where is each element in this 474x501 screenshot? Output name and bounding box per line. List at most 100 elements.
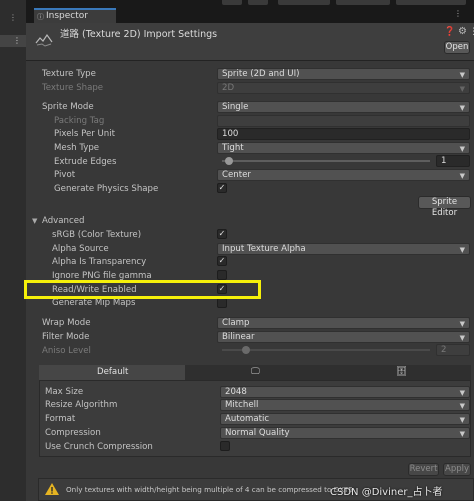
texture-shape-value: 2D (222, 83, 235, 93)
tab-default-label: Default (97, 367, 129, 377)
resize-algorithm-dropdown[interactable]: Mitchell ▼ (220, 399, 470, 411)
alpha-source-dropdown[interactable]: Input Texture Alpha ▼ (217, 243, 470, 255)
max-size-dropdown[interactable]: 2048 ▼ (220, 386, 470, 398)
mipmaps-checkbox[interactable] (217, 298, 227, 308)
account-dropdown[interactable] (278, 0, 330, 5)
warning-text: Only textures with width/height being mu… (66, 485, 353, 494)
packing-tag-label: Packing Tag (54, 116, 105, 126)
help-icon[interactable]: ❓ (444, 27, 455, 37)
watermark: CSDN @Diviner_占卜者 (330, 487, 443, 498)
apply-button[interactable]: Apply (443, 463, 471, 476)
format-value: Automatic (225, 414, 270, 424)
open-button[interactable]: Open (444, 41, 470, 54)
slider-handle[interactable] (225, 157, 233, 165)
srgb-label: sRGB (Color Texture) (52, 230, 142, 240)
srgb-checkbox[interactable]: ✓ (217, 229, 227, 239)
layout-dropdown[interactable] (396, 0, 466, 5)
format-dropdown[interactable]: Automatic ▼ (220, 413, 470, 425)
pixels-per-unit-input[interactable]: 100 (217, 128, 470, 140)
pivot-label: Pivot (54, 170, 76, 180)
left-panel: ⋮ ⋮ (0, 0, 27, 501)
texture-type-dropdown[interactable]: Sprite (2D and UI) ▼ (217, 68, 470, 80)
compression-dropdown[interactable]: Normal Quality ▼ (220, 427, 470, 439)
aniso-level-slider (222, 349, 430, 351)
extrude-edges-input[interactable]: 1 (436, 155, 470, 167)
physics-shape-label: Generate Physics Shape (54, 184, 159, 194)
dropdown-arrow-icon: ▼ (459, 334, 465, 342)
tab-inspector-label: Inspector (46, 11, 88, 21)
kebab-menu-icon[interactable]: ⋮ (9, 13, 17, 22)
kebab-menu-icon[interactable]: ⋮ (469, 27, 474, 37)
dropdown-arrow-icon: ▼ (459, 145, 465, 153)
max-size-value: 2048 (225, 387, 247, 397)
dropdown-arrow-icon: ▼ (459, 246, 465, 254)
dropdown-arrow-icon: ▼ (459, 172, 465, 180)
toolbar-button[interactable] (222, 0, 242, 5)
server-icon[interactable]: 🗄 (396, 367, 407, 377)
sprite-mode-dropdown[interactable]: Single ▼ (217, 101, 470, 113)
compression-value: Normal Quality (225, 428, 290, 438)
slider-handle (242, 346, 250, 354)
tab-default[interactable]: Default (39, 365, 185, 380)
advanced-foldout-label[interactable]: Advanced (42, 216, 84, 226)
info-icon: ⓘ (37, 13, 44, 21)
filter-mode-dropdown[interactable]: Bilinear ▼ (217, 331, 470, 343)
mesh-type-value: Tight (222, 143, 244, 153)
pivot-dropdown[interactable]: Center ▼ (217, 169, 470, 181)
extrude-edges-label: Extrude Edges (54, 157, 117, 167)
revert-button[interactable]: Revert (408, 463, 439, 476)
pixels-per-unit-label: Pixels Per Unit (54, 129, 116, 139)
texture-thumbnail-icon (34, 28, 54, 48)
dropdown-arrow-icon: ▼ (459, 104, 465, 112)
texture-type-label: Texture Type (42, 69, 96, 79)
kebab-menu-icon[interactable]: ⋮ (13, 36, 21, 45)
crunch-compression-checkbox[interactable] (220, 441, 230, 451)
physics-shape-checkbox[interactable]: ✓ (217, 183, 227, 193)
alpha-transparency-checkbox[interactable]: ✓ (217, 256, 227, 266)
max-size-label: Max Size (45, 387, 84, 397)
layers-dropdown[interactable] (336, 0, 390, 5)
dropdown-arrow-icon: ▼ (459, 402, 465, 410)
dropdown-arrow-icon: ▼ (459, 71, 465, 79)
texture-type-value: Sprite (2D and UI) (222, 69, 300, 79)
inspector-header: 道路 (Texture 2D) Import Settings ❓ ⚙ ⋮ Op… (26, 23, 474, 61)
filter-mode-value: Bilinear (222, 332, 255, 342)
wrap-mode-label: Wrap Mode (42, 318, 91, 328)
settings-icon[interactable]: ⚙ (458, 26, 467, 37)
alpha-source-value: Input Texture Alpha (222, 244, 306, 254)
sprite-editor-button[interactable]: Sprite Editor (418, 196, 471, 218)
mesh-type-label: Mesh Type (54, 143, 100, 153)
monitor-icon[interactable]: 🖵 (251, 367, 260, 377)
tab-inspector[interactable]: ⓘ Inspector (34, 8, 116, 23)
ignore-gamma-checkbox[interactable] (217, 270, 227, 280)
dropdown-arrow-icon: ▼ (459, 85, 465, 93)
sprite-mode-label: Sprite Mode (42, 102, 94, 112)
toolbar-button[interactable] (248, 0, 268, 5)
dropdown-arrow-icon: ▼ (459, 320, 465, 328)
texture-shape-dropdown: 2D ▼ (217, 82, 470, 94)
warning-icon (45, 483, 59, 495)
highlight-box (24, 280, 261, 299)
dropdown-arrow-icon: ▼ (459, 416, 465, 424)
packing-tag-input (217, 115, 470, 127)
page-title: 道路 (Texture 2D) Import Settings (60, 29, 218, 40)
mesh-type-dropdown[interactable]: Tight ▼ (217, 142, 470, 154)
left-panel-item[interactable]: ⋮ (0, 35, 26, 47)
crunch-compression-label: Use Crunch Compression (45, 442, 153, 452)
dropdown-arrow-icon: ▼ (459, 389, 465, 397)
wrap-mode-dropdown[interactable]: Clamp ▼ (217, 317, 470, 329)
alpha-source-label: Alpha Source (52, 244, 109, 254)
kebab-menu-icon[interactable]: ⋮ (454, 9, 462, 18)
pivot-value: Center (222, 170, 251, 180)
filter-mode-label: Filter Mode (42, 332, 90, 342)
aniso-level-label: Aniso Level (42, 346, 91, 356)
sprite-mode-value: Single (222, 102, 249, 112)
texture-shape-label: Texture Shape (42, 83, 104, 93)
format-label: Format (45, 414, 76, 424)
resize-algorithm-label: Resize Algorithm (45, 400, 118, 410)
extrude-edges-slider[interactable] (222, 160, 430, 162)
top-toolbar (26, 0, 474, 8)
foldout-arrow-icon[interactable]: ▼ (32, 217, 37, 225)
alpha-transparency-label: Alpha Is Transparency (52, 257, 147, 267)
mipmaps-label: Generate Mip Maps (52, 298, 136, 308)
